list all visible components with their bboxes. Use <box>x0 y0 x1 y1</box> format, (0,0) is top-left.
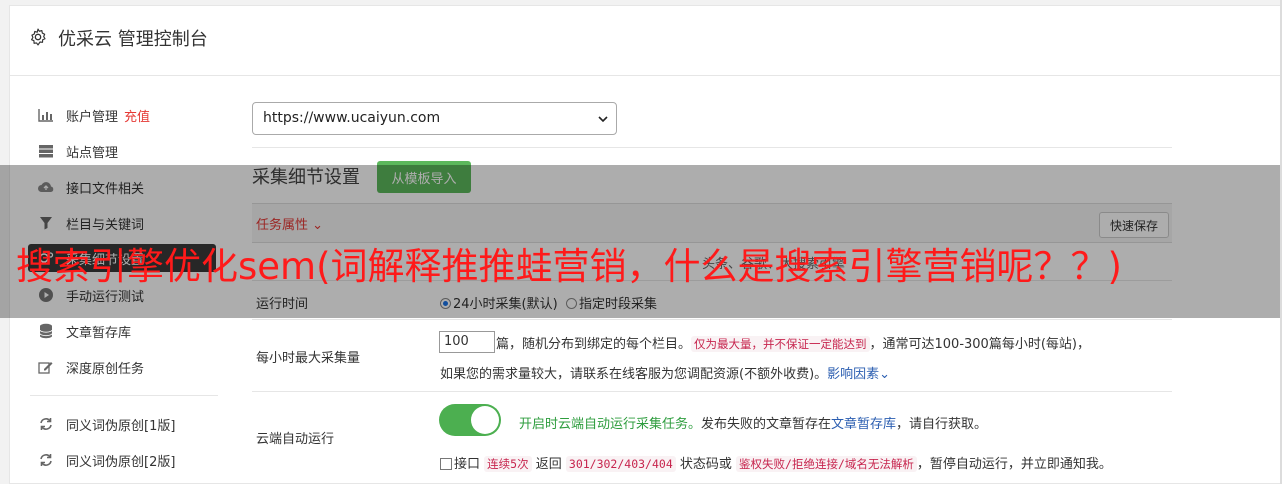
site-select[interactable]: https://www.ucaiyun.com <box>252 102 617 135</box>
row-divider <box>252 319 1172 320</box>
desc-text: ，通常可达100-300篇每小时(每站)， <box>869 337 1090 352</box>
desc-text: ，请自行获取。 <box>896 417 988 432</box>
desc-text: 返回 <box>535 457 562 472</box>
edit-icon <box>36 359 56 375</box>
cloud-run-desc: 开启时云端自动运行采集任务。发布失败的文章暂存在文章暂存库，请自行获取。 <box>519 413 987 432</box>
sidebar-item-account[interactable]: 账户管理 充值 <box>36 101 226 129</box>
pause-rule: 接口 连续5次 返回 301/302/403/404 状态码或 鉴权失败/拒绝连… <box>440 453 1112 472</box>
site-select-value: https://www.ucaiyun.com <box>263 110 441 126</box>
cloud-run-label: 云端自动运行 <box>256 432 335 447</box>
code-text: 鉴权失败/拒绝连接/域名无法解析 <box>736 456 917 472</box>
max-per-hour-desc-2: 如果您的需求量较大，请联系在线客服为您调配资源(不额外收费)。影响因素⌄ <box>440 363 890 382</box>
sidebar-item-label: 深度原创任务 <box>66 361 145 377</box>
max-per-hour-label: 每小时最大采集量 <box>256 351 361 366</box>
max-per-hour-desc: 篇，随机分布到绑定的每个栏目。 仅为最大量，并不保证一定能达到 ，通常可达100-3… <box>496 333 1090 352</box>
desc-text: 状态码或 <box>679 457 732 472</box>
database-icon <box>36 323 56 339</box>
max-per-hour-input[interactable]: 100 <box>439 331 495 353</box>
sidebar-item-label: 站点管理 <box>66 145 119 161</box>
code-text: 连续5次 <box>484 456 532 472</box>
sidebar-item-sites[interactable]: 站点管理 <box>36 137 226 165</box>
desc-text: ，暂停自动运行，并立即通知我。 <box>916 457 1112 472</box>
toggle-knob <box>471 406 499 434</box>
factors-link[interactable]: 影响因素 <box>827 367 879 382</box>
row-divider <box>252 391 1172 392</box>
dark-overlay-band <box>0 165 1282 318</box>
cloud-run-toggle[interactable] <box>439 404 501 436</box>
desc-text: 如果您的需求量较大，请联系在线客服为您调配资源(不额外收费)。 <box>440 367 828 382</box>
sidebar-item-synonym-v1[interactable]: 同义词伪原创[1版] <box>36 410 226 438</box>
app-title: 优采云 管理控制台 <box>58 29 208 50</box>
bar-chart-icon <box>36 107 56 123</box>
divider <box>252 147 1172 148</box>
max-note: 仅为最大量，并不保证一定能达到 <box>691 336 870 352</box>
sidebar-item-article-repo[interactable]: 文章暂存库 <box>36 317 226 345</box>
server-icon <box>36 143 56 159</box>
sidebar-item-synonym-v2[interactable]: 同义词伪原创[2版] <box>36 446 226 474</box>
overlay-headline: 搜索引擎优化sem(词解释推推蛙营销，什么是搜索引擎营销呢？？) <box>16 245 1122 288</box>
refresh-icon <box>36 416 56 432</box>
chk-label: 接口 <box>454 457 481 472</box>
sidebar-item-deep-original[interactable]: 深度原创任务 <box>36 353 226 381</box>
cloud-run-status: 开启时云端自动运行采集任务。 <box>519 417 702 432</box>
article-repo-link[interactable]: 文章暂存库 <box>831 417 896 432</box>
sidebar-divider <box>30 395 218 396</box>
desc-text: 发布失败的文章暂存在 <box>701 417 832 432</box>
chevron-down-icon <box>598 116 608 123</box>
sidebar-item-label: 账户管理 <box>66 109 119 125</box>
gear-icon <box>31 28 46 46</box>
desc-text: 篇，随机分布到绑定的每个栏目。 <box>496 337 692 352</box>
code-text: 301/302/403/404 <box>565 456 676 472</box>
recharge-link[interactable]: 充值 <box>124 106 150 125</box>
chevron-down-icon: ⌄ <box>879 367 891 382</box>
sidebar-item-label: 同义词伪原创[2版] <box>66 454 176 470</box>
sidebar-item-label: 文章暂存库 <box>66 325 132 341</box>
refresh-icon <box>36 452 56 468</box>
pause-checkbox[interactable] <box>440 458 452 470</box>
title-bar: 优采云 管理控制台 <box>10 6 1282 76</box>
sidebar-item-label: 同义词伪原创[1版] <box>66 418 176 434</box>
